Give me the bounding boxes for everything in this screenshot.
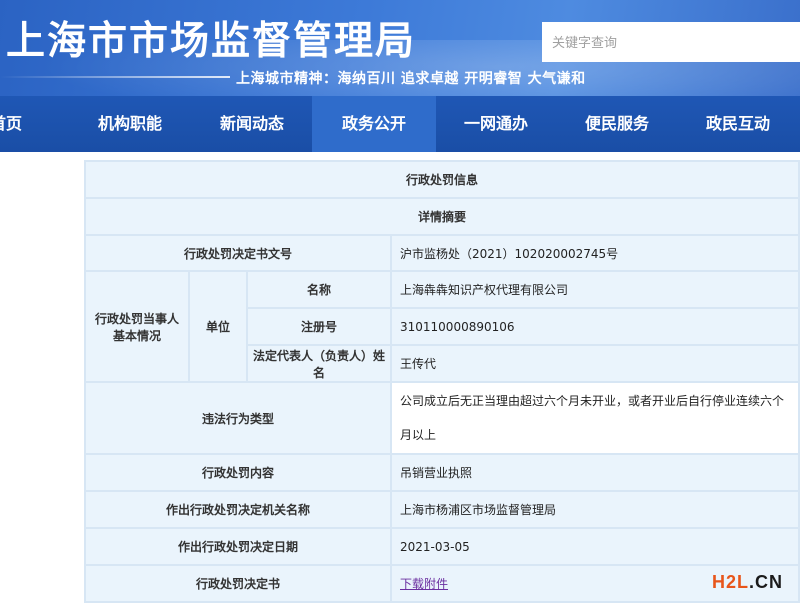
site-title: 上海市市场监督管理局: [6, 19, 417, 64]
nav-interaction[interactable]: 政民互动: [688, 96, 788, 152]
watermark-part-b: .CN: [749, 572, 784, 592]
watermark-part-a: H2L: [712, 572, 750, 592]
unit-label: 单位: [188, 270, 248, 383]
table-title: 行政处罚信息: [83, 160, 800, 199]
table-subtitle: 详情摘要: [83, 197, 800, 236]
party-label: 行政处罚当事人基本情况: [84, 270, 190, 383]
violation-value: 公司成立后无正当理由超过六个月未开业，或者开业后自行停业连续六个月以上: [389, 381, 800, 455]
search-input[interactable]: [542, 22, 800, 62]
download-attachment-link[interactable]: 下载附件: [400, 577, 448, 591]
date-value: 2021-03-05: [389, 527, 800, 566]
date-label: 作出行政处罚决定日期: [84, 527, 392, 566]
nav-public-service[interactable]: 便民服务: [567, 96, 667, 152]
site-header: 上海市市场监督管理局 上海城市精神：海纳百川 追求卓越 开明睿智 大气谦和: [0, 0, 800, 96]
authority-value: 上海市杨浦区市场监督管理局: [389, 490, 800, 529]
rep-label: 法定代表人（负责人）姓名: [246, 344, 392, 383]
nav-one-net-service[interactable]: 一网通办: [446, 96, 546, 152]
reg-label: 注册号: [246, 307, 392, 346]
site-watermark: H2L.CN: [712, 572, 783, 593]
nav-organization[interactable]: 机构职能: [80, 96, 180, 152]
name-label: 名称: [246, 270, 392, 309]
main-nav: 首页 机构职能 新闻动态 政务公开 一网通办 便民服务 政民互动: [0, 96, 800, 152]
reg-value: 310110000890106: [389, 307, 800, 346]
violation-label: 违法行为类型: [84, 381, 392, 455]
content-value: 吊销营业执照: [389, 453, 800, 492]
doc-no-label: 行政处罚决定书文号: [84, 234, 392, 272]
nav-gov-affairs[interactable]: 政务公开: [312, 96, 436, 152]
nav-news[interactable]: 新闻动态: [202, 96, 302, 152]
penalty-info-table: 行政处罚信息 详情摘要 行政处罚决定书文号 沪市监杨处（2021）1020200…: [83, 160, 800, 603]
content-label: 行政处罚内容: [84, 453, 392, 492]
city-spirit-slogan: 上海城市精神：海纳百川 追求卓越 开明睿智 大气谦和: [236, 71, 586, 87]
authority-label: 作出行政处罚决定机关名称: [84, 490, 392, 529]
name-value: 上海犇犇知识产权代理有限公司: [389, 270, 800, 309]
doc-no-value: 沪市监杨处（2021）102020002745号: [389, 234, 800, 272]
rep-value: 王传代: [389, 344, 800, 383]
decision-label: 行政处罚决定书: [84, 564, 392, 603]
nav-home[interactable]: 首页: [0, 96, 34, 152]
decorative-line: [0, 76, 230, 78]
